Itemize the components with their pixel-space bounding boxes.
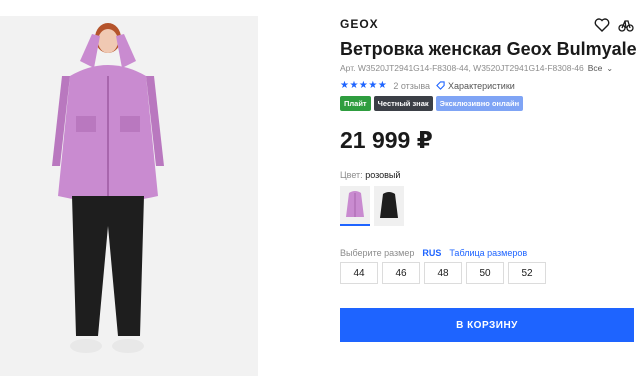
brand-name[interactable]: GEOX: [340, 17, 379, 31]
color-label: Цвет: розовый: [340, 170, 400, 180]
characteristics-label: Характеристики: [448, 80, 515, 91]
swatch-black[interactable]: [374, 186, 404, 226]
product-title: Ветровка женская Geox Bulmyale: [340, 39, 637, 59]
color-value: розовый: [365, 170, 401, 180]
size-option[interactable]: 52: [508, 262, 546, 284]
badge-online-exclusive: Эксклюзивно онлайн: [435, 96, 524, 111]
star-rating-icon: ★★★★★: [340, 80, 388, 91]
badge-plait: Плайт: [340, 96, 371, 111]
size-table-link[interactable]: Таблица размеров: [449, 248, 527, 258]
size-options: 44 46 48 50 52: [340, 262, 546, 284]
product-photo[interactable]: [0, 16, 258, 376]
article-numbers: Арт. W3520JT2941G14-F8308-44, W3520JT294…: [340, 63, 613, 73]
badge-honest-mark: Честный знак: [373, 96, 433, 111]
badges: Плайт Честный знак Эксклюзивно онлайн: [340, 96, 524, 111]
compare-icon[interactable]: [618, 17, 634, 33]
size-option[interactable]: 46: [382, 262, 420, 284]
chevron-down-icon[interactable]: ⌄: [606, 64, 613, 73]
size-system-toggle[interactable]: RUS: [422, 248, 441, 258]
size-label: Выберите размер: [340, 248, 415, 258]
swatch-pink[interactable]: [340, 186, 370, 226]
size-option[interactable]: 48: [424, 262, 462, 284]
reviews-link[interactable]: 2 отзыва: [393, 81, 430, 91]
color-swatches: [340, 186, 404, 226]
size-selector-header: Выберите размер RUS Таблица размеров: [340, 248, 527, 258]
rating-row: ★★★★★ 2 отзыва Характеристики: [340, 80, 515, 91]
product-info: GEOX Ветровка женская Geox Bulmyale Арт.…: [340, 0, 640, 376]
add-to-cart-button[interactable]: В КОРЗИНУ: [340, 308, 634, 342]
characteristics-link[interactable]: Характеристики: [436, 81, 515, 91]
heart-icon[interactable]: [594, 17, 610, 33]
article-text: Арт. W3520JT2941G14-F8308-44, W3520JT294…: [340, 63, 584, 73]
size-option[interactable]: 44: [340, 262, 378, 284]
article-more-link[interactable]: Все: [588, 63, 603, 73]
product-actions: [594, 17, 634, 33]
color-label-text: Цвет:: [340, 170, 363, 180]
price: 21 999 ₽: [340, 127, 433, 153]
size-option[interactable]: 50: [466, 262, 504, 284]
tag-icon: [436, 81, 445, 90]
